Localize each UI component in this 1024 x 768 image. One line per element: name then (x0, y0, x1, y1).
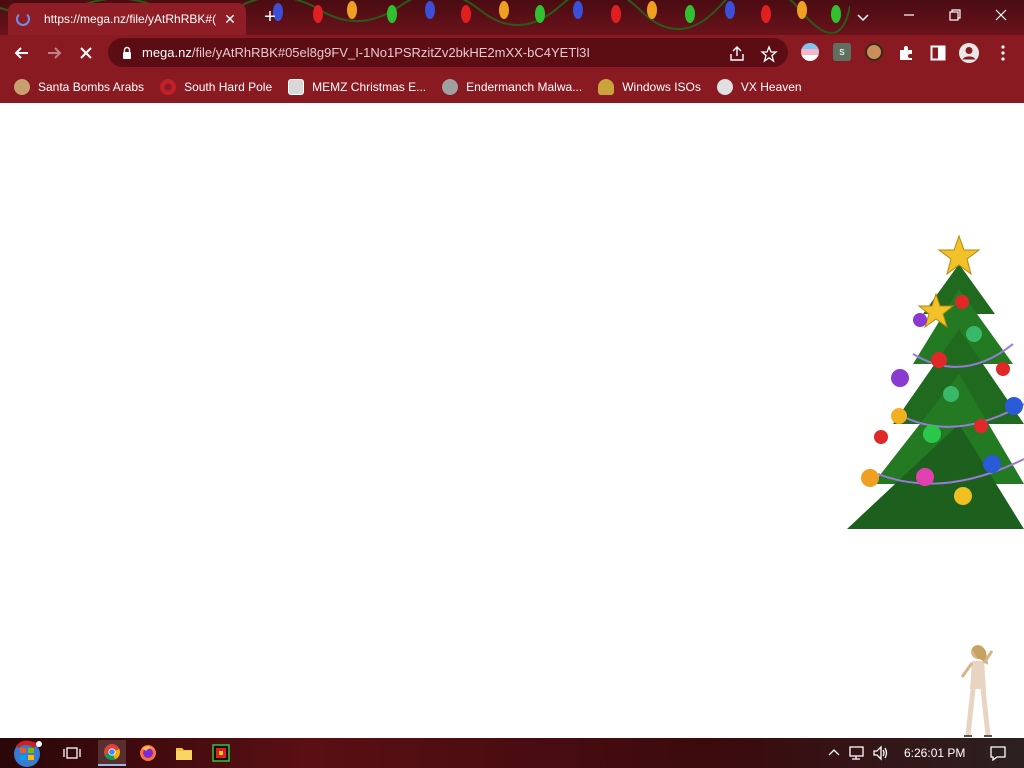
profile-avatar-icon (959, 43, 979, 63)
url-text[interactable]: mega.nz/file/yAtRhRBK#05el8g9FV_I-1No1PS… (142, 45, 702, 60)
bookmark-label: MEMZ Christmas E... (312, 79, 427, 94)
bookmark-label: Endermanch Malwa... (466, 79, 583, 94)
start-button[interactable] (8, 738, 46, 768)
new-tab-button[interactable]: + (258, 6, 282, 30)
puzzle-icon (900, 46, 912, 60)
bookmark-label: South Hard Pole (184, 79, 273, 94)
network-icon[interactable] (848, 745, 866, 761)
task-view-button[interactable] (58, 740, 86, 766)
raccoon-icon (442, 78, 459, 95)
side-panel-button[interactable] (925, 40, 951, 66)
taskbar-memz-app[interactable] (207, 740, 235, 766)
folder-icon (176, 748, 192, 760)
vx-heaven-icon (716, 78, 733, 95)
browser-tab-active[interactable]: https://mega.nz/file/yAtRhRBK#( ✕ (8, 3, 246, 35)
chrome-icon (104, 744, 120, 760)
bookmark-item[interactable]: Endermanch Malwa... (442, 78, 583, 95)
buddha-icon (598, 78, 615, 95)
tab-close-icon[interactable]: ✕ (222, 11, 238, 28)
url-host: mega.nz (142, 45, 192, 60)
stop-loading-button[interactable] (73, 40, 99, 66)
share-icon[interactable] (728, 45, 746, 63)
loading-spinner-icon (16, 12, 30, 26)
minimize-icon (904, 14, 914, 16)
windows-taskbar: 6:26:01 PM (0, 738, 1024, 768)
close-window-button[interactable] (978, 0, 1024, 30)
bookmark-item[interactable]: VX Heaven (716, 78, 802, 95)
volume-icon[interactable] (872, 745, 890, 761)
extension-flag-icon[interactable] (801, 43, 819, 61)
bookmark-star-icon[interactable] (760, 45, 778, 63)
arrow-left-icon (14, 47, 28, 59)
memz-app-icon (212, 744, 230, 762)
bookmark-item[interactable]: Santa Bombs Arabs (14, 78, 145, 95)
chevron-up-icon[interactable] (826, 745, 842, 761)
taskbar-firefox[interactable] (134, 740, 162, 766)
restore-icon (949, 9, 961, 21)
system-tray: 6:26:01 PM (826, 738, 1007, 768)
browser-toolbar: mega.nz/file/yAtRhRBK#05el8g9FV_I-1No1PS… (0, 35, 1024, 70)
chevron-down-icon (857, 14, 869, 22)
notifications-icon[interactable] (989, 745, 1007, 761)
forward-button[interactable] (41, 40, 67, 66)
stop-icon (80, 47, 92, 59)
bookmark-label: Santa Bombs Arabs (38, 79, 145, 94)
side-panel-icon (930, 45, 946, 61)
taskbar-chrome[interactable] (98, 740, 126, 766)
extension-avatar-icon[interactable] (865, 43, 883, 61)
page-content (0, 103, 1024, 738)
extension-s-icon[interactable]: s (833, 43, 851, 61)
profile-button[interactable] (956, 40, 982, 66)
back-button[interactable] (9, 40, 35, 66)
windows-start-icon (14, 740, 42, 767)
taskbar-file-explorer[interactable] (170, 740, 198, 766)
christmas-tree-decoration (847, 234, 1024, 529)
bookmark-item[interactable]: MEMZ Christmas E... (288, 78, 427, 95)
browser-titlebar: https://mega.nz/file/yAtRhRBK#( ✕ + (0, 0, 1024, 35)
tab-title: https://mega.nz/file/yAtRhRBK#( (44, 12, 217, 26)
dancing-figure-decoration (960, 645, 994, 737)
red-gear-icon (160, 78, 177, 95)
bookmark-item[interactable]: Windows ISOs (598, 78, 701, 95)
santa-icon (14, 78, 30, 95)
task-view-icon (63, 747, 81, 759)
close-icon (995, 9, 1007, 21)
browser-menu-button[interactable] (990, 40, 1016, 66)
lock-icon[interactable] (120, 46, 134, 60)
bookmarks-bar: Santa Bombs Arabs South Hard Pole MEMZ C… (0, 70, 1024, 103)
bookmark-label: Windows ISOs (622, 79, 701, 94)
arrow-right-icon (48, 47, 62, 59)
bookmark-label: VX Heaven (740, 79, 802, 94)
tab-search-button[interactable] (852, 6, 874, 28)
url-path: /file/yAtRhRBK#05el8g9FV_I-1No1PSRzitZv2… (191, 45, 590, 60)
image-file-icon (288, 78, 305, 95)
kebab-menu-icon (1001, 45, 1005, 61)
restore-button[interactable] (932, 0, 978, 30)
address-bar[interactable]: mega.nz/file/yAtRhRBK#05el8g9FV_I-1No1PS… (108, 38, 788, 67)
extensions-button[interactable] (893, 40, 919, 66)
minimize-button[interactable] (886, 0, 932, 30)
bookmark-item[interactable]: South Hard Pole (160, 78, 273, 95)
taskbar-clock[interactable]: 6:26:01 PM (904, 746, 965, 760)
firefox-icon (140, 745, 156, 761)
